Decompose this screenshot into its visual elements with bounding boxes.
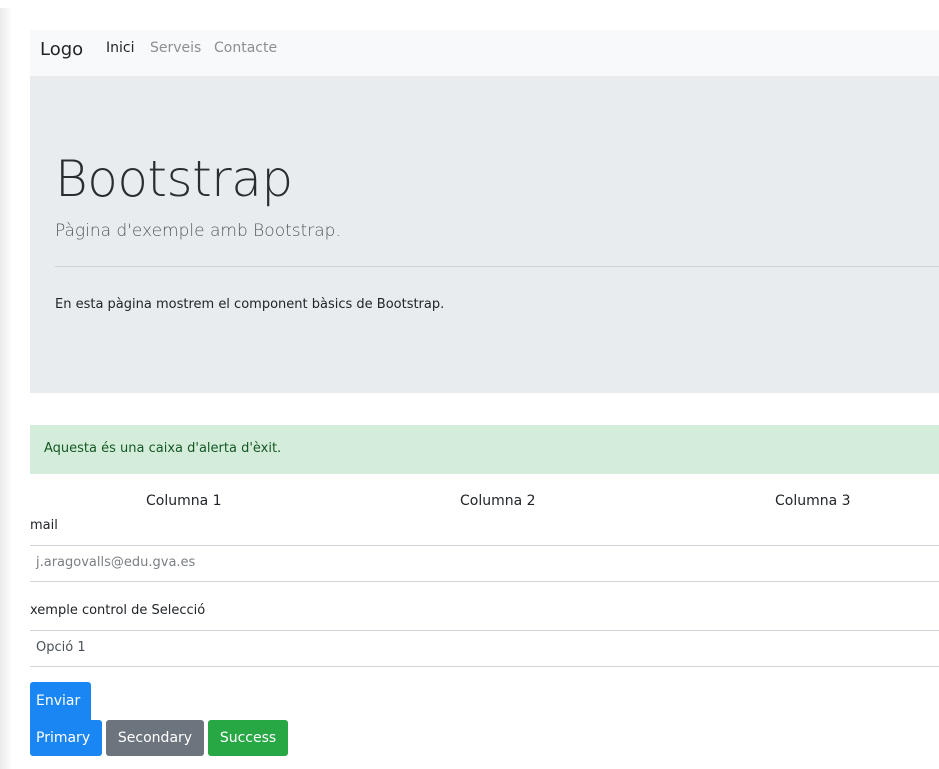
window-edge (0, 8, 12, 769)
jumbotron-lead: Pàgina d'exemple amb Bootstrap. (55, 221, 341, 241)
page-title: Bootstrap (55, 150, 293, 208)
navbar-brand-logo[interactable]: Logo (40, 39, 83, 60)
column-2-header: Columna 2 (460, 493, 536, 509)
nav-link-serveis[interactable]: Serveis (150, 40, 201, 56)
navbar: Logo Inici Serveis Contacte (30, 30, 939, 76)
success-button[interactable]: Success (208, 720, 288, 756)
jumbotron-divider (55, 266, 939, 267)
jumbotron: Bootstrap Pàgina d'exemple amb Bootstrap… (30, 76, 939, 393)
success-alert: Aquesta és una caixa d'alerta d'èxit. (30, 425, 939, 474)
select-label: xemple control de Selecció (30, 603, 206, 618)
column-3-header: Columna 3 (775, 493, 851, 509)
column-1-header: Columna 1 (146, 493, 222, 509)
jumbotron-text: En esta pàgina mostrem el component bàsi… (55, 297, 445, 312)
nav-link-contacte[interactable]: Contacte (214, 40, 277, 56)
email-label: mail (30, 518, 58, 533)
send-button[interactable]: Enviar (30, 682, 91, 720)
email-field[interactable]: j.aragovalls@edu.gva.es (30, 545, 939, 582)
primary-button[interactable]: Primary (30, 720, 102, 756)
option-select[interactable]: Opció 1 (30, 630, 939, 667)
secondary-button[interactable]: Secondary (106, 720, 204, 756)
nav-link-inici[interactable]: Inici (106, 40, 134, 56)
